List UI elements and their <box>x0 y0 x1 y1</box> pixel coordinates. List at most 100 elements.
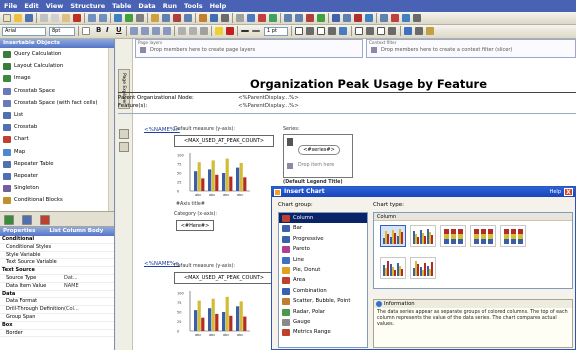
chart-preview-1[interactable]: 100 75 50 25 0 abc abc abc abc <box>176 151 251 199</box>
toolbar-f-icon-11[interactable] <box>426 27 434 35</box>
toolbox-tab-icon[interactable] <box>40 215 50 225</box>
borders-icon[interactable] <box>295 27 303 35</box>
workspace-tool-icon-1[interactable] <box>119 129 129 139</box>
property-value[interactable] <box>60 236 114 243</box>
property-row[interactable]: Group Span <box>0 314 114 322</box>
chart-type-thumbnail[interactable] <box>410 225 436 247</box>
menu-table[interactable]: Table <box>112 2 131 10</box>
report-title[interactable]: Organization Peak Usage by Feature <box>250 77 487 91</box>
chart-preview-2[interactable]: 100 75 50 25 0 abc abc abc abc <box>176 289 251 339</box>
chart-group-item[interactable]: Gauge <box>279 317 367 327</box>
chart-group-item[interactable]: Line <box>279 255 367 265</box>
property-value[interactable]: NAME <box>64 283 114 290</box>
property-row[interactable]: Source Type Dat... <box>0 275 114 283</box>
property-value[interactable] <box>60 322 114 329</box>
help-icon[interactable] <box>413 14 421 22</box>
series-dropzone[interactable]: <#series#> Drop item here <box>283 134 353 178</box>
undo-icon[interactable] <box>88 14 96 22</box>
series-value[interactable]: <#series#> <box>298 145 340 155</box>
property-value[interactable] <box>64 252 114 259</box>
legend-title[interactable]: (Default Legend Title) <box>283 180 343 185</box>
dialog-help-button[interactable]: Help <box>550 187 561 197</box>
toolbar-icon-6[interactable] <box>136 14 144 22</box>
chart-type-thumbnail[interactable] <box>410 257 436 279</box>
data-items-tab-icon[interactable] <box>22 215 32 225</box>
toolbar-icon-28[interactable] <box>402 14 410 22</box>
context-filter-dropzone[interactable]: Context filter Drop members here to crea… <box>366 39 576 58</box>
toolbar-icon-19[interactable] <box>295 14 303 22</box>
property-value[interactable] <box>64 244 114 251</box>
chart-group-item[interactable]: Combination <box>279 286 367 296</box>
menu-help[interactable]: Help <box>210 2 227 10</box>
property-value[interactable]: Dat... <box>64 275 114 282</box>
insertable-object-item[interactable]: Image <box>0 72 114 84</box>
property-value[interactable] <box>60 291 114 298</box>
paste-icon[interactable] <box>62 14 70 22</box>
line-dash-icon[interactable] <box>252 30 260 32</box>
toolbar-icon-13[interactable] <box>221 14 229 22</box>
chart-group-item[interactable]: Radar, Polar <box>279 307 367 317</box>
insertable-object-item[interactable]: Crosstab Space (with fact cells) <box>0 97 114 109</box>
menu-edit[interactable]: Edit <box>24 2 38 10</box>
underline-button[interactable]: U <box>116 26 122 34</box>
bold-button[interactable]: B <box>96 26 101 34</box>
save-icon[interactable] <box>25 14 33 22</box>
chart-group-item[interactable]: Metrics Range <box>279 327 367 337</box>
run-report-icon[interactable] <box>114 14 122 22</box>
chart-group-item[interactable]: Area <box>279 275 367 285</box>
category-box-1[interactable]: <#Here#> <box>176 220 214 231</box>
default-measure-box-1[interactable]: <MAX_USED_AT_PEAK_COUNT> <box>174 135 274 147</box>
objects-scrollbar[interactable] <box>108 48 114 211</box>
toolbar-icon-21[interactable] <box>317 14 325 22</box>
redo-icon[interactable] <box>99 14 107 22</box>
toolbar-icon-27[interactable] <box>391 14 399 22</box>
filter-icon[interactable] <box>151 14 159 22</box>
property-row[interactable]: Data Item Value NAME <box>0 283 114 291</box>
toolbar-f-icon-7[interactable] <box>377 27 385 35</box>
insertable-object-item[interactable]: Chart <box>0 133 114 145</box>
property-value[interactable] <box>64 330 114 337</box>
cut-icon[interactable] <box>40 14 48 22</box>
delete-icon[interactable] <box>73 14 81 22</box>
align-center-icon[interactable] <box>141 27 149 35</box>
toolbar-f-icon-4[interactable] <box>339 27 347 35</box>
sort-icon[interactable] <box>162 14 170 22</box>
toolbar-icon-22[interactable] <box>332 14 340 22</box>
text-color-icon[interactable] <box>82 27 90 35</box>
toolbar-f-icon-8[interactable] <box>388 27 396 35</box>
toolbar-f-icon-3[interactable] <box>328 27 336 35</box>
align-left-icon[interactable] <box>130 27 138 35</box>
dialog-close-button[interactable]: X <box>564 188 573 196</box>
justify-icon[interactable] <box>163 27 171 35</box>
toolbar-f-icon-2[interactable] <box>317 27 325 35</box>
property-value[interactable] <box>60 267 114 274</box>
padding-icon[interactable] <box>200 27 208 35</box>
toolbar-f-icon-10[interactable] <box>415 27 423 35</box>
line-style-icon[interactable] <box>241 30 249 32</box>
toolbar-icon-14[interactable] <box>236 14 244 22</box>
chart-type-thumbnail[interactable] <box>440 225 466 247</box>
table-border-icon[interactable] <box>189 27 197 35</box>
default-measure-box-2[interactable]: <MAX_USED_AT_PEAK_COUNT> <box>174 272 274 284</box>
copy-icon[interactable] <box>51 14 59 22</box>
toolbar-icon-24[interactable] <box>354 14 362 22</box>
property-row[interactable]: Border <box>0 330 114 338</box>
param2-value[interactable]: <%ParentDisplay...%> <box>238 103 299 109</box>
toolbar-icon-16[interactable] <box>258 14 266 22</box>
insertable-object-item[interactable]: Map <box>0 146 114 158</box>
property-row[interactable]: Style Variable <box>0 252 114 260</box>
run-icon[interactable] <box>125 14 133 22</box>
page-layers-dropzone[interactable]: Page layers Drop members here to create … <box>135 39 363 58</box>
source-tab-icon[interactable] <box>4 215 14 225</box>
chart-group-item[interactable]: Pareto <box>279 244 367 254</box>
property-section[interactable]: Conditional <box>0 236 114 244</box>
chart-group-list[interactable]: Column Bar Progressive Pareto Line Pie, Donut… <box>278 212 368 348</box>
toolbar-icon-15[interactable] <box>247 14 255 22</box>
open-icon[interactable] <box>14 14 22 22</box>
font-select[interactable]: Arial <box>2 27 46 36</box>
menu-file[interactable]: File <box>4 2 17 10</box>
property-value[interactable] <box>64 298 114 305</box>
line-width-select[interactable]: 1 pt <box>264 27 288 36</box>
insertable-object-item[interactable]: Conditional Blocks <box>0 194 114 206</box>
property-value[interactable] <box>64 314 114 321</box>
